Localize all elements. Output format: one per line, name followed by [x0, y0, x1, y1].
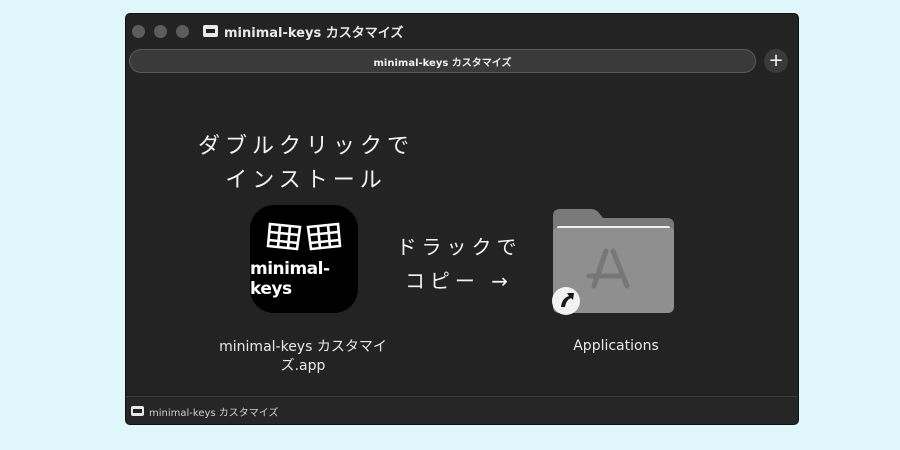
status-bar: minimal-keys カスタマイズ — [126, 396, 798, 424]
tab-label: minimal-keys カスタマイズ — [373, 57, 512, 69]
close-button[interactable] — [132, 24, 145, 38]
title-bar: minimal-keys カスタマイズ — [126, 14, 798, 48]
keyboard-logo-icon — [266, 222, 342, 251]
app-logo-text: minimal-keys — [250, 259, 330, 299]
window-controls — [132, 24, 189, 38]
zoom-button[interactable] — [176, 24, 189, 38]
applications-label[interactable]: Applications — [556, 338, 676, 354]
status-path-label: minimal-keys カスタマイズ — [149, 407, 279, 419]
double-click-instruction: ダブルクリックで インストール — [197, 134, 414, 193]
finder-window: minimal-keys カスタマイズ minimal-keys カスタマイズ … — [126, 14, 798, 424]
window-content: ダブルクリックで インストール minimal-keys minimal-key… — [126, 74, 798, 396]
tab-active[interactable]: minimal-keys カスタマイズ — [129, 49, 756, 73]
disk-image-icon — [203, 25, 218, 37]
app-icon[interactable]: minimal-keys — [250, 205, 358, 313]
minimize-button[interactable] — [154, 24, 167, 38]
disk-image-icon — [131, 406, 144, 416]
window-title: minimal-keys カスタマイズ — [224, 25, 404, 41]
app-filename[interactable]: minimal-keys カスタマイズ.app — [208, 338, 398, 376]
applications-folder-icon[interactable] — [551, 206, 676, 316]
drag-copy-instruction: ドラックで コピー → — [396, 235, 522, 293]
add-tab-button[interactable]: + — [764, 49, 788, 73]
